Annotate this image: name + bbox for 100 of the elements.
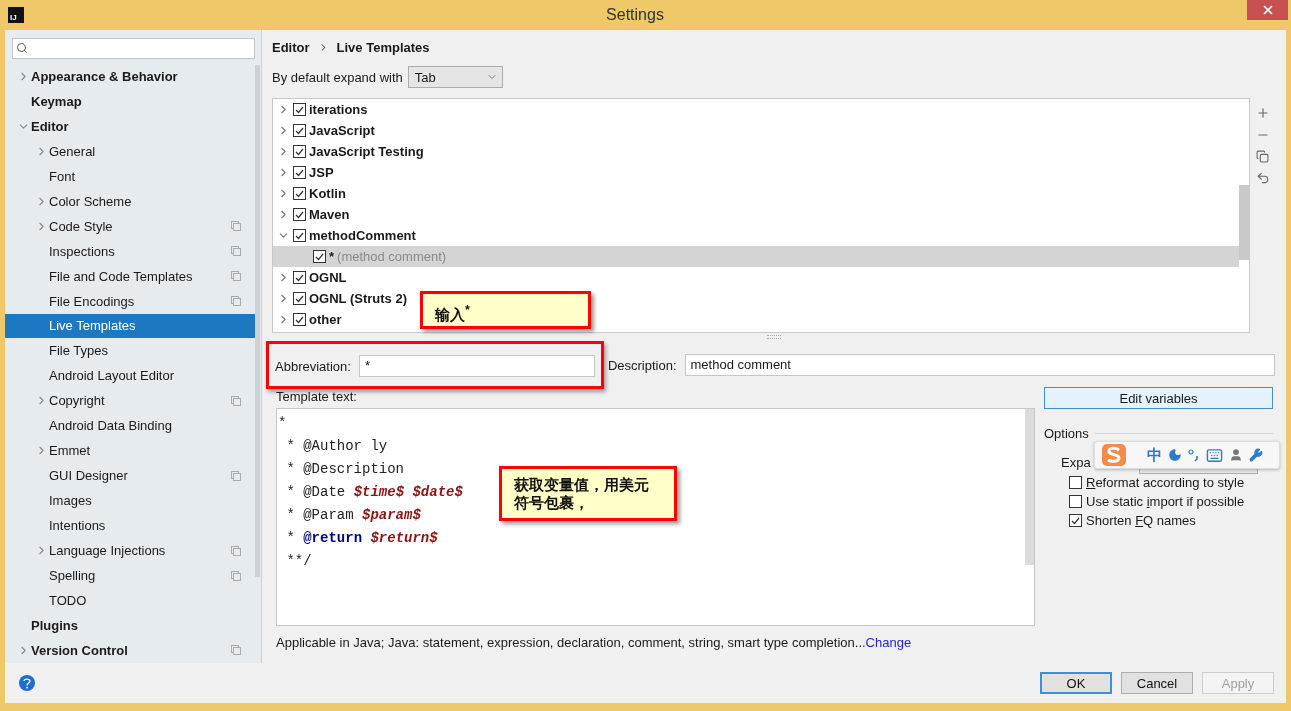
search-field[interactable] <box>12 38 255 59</box>
code-line: * @Date $time$ $date$ <box>285 483 463 502</box>
expand-dropdown[interactable]: Tab <box>407 66 503 88</box>
undo-icon[interactable] <box>1255 171 1270 185</box>
keyboard-icon[interactable] <box>1206 446 1223 464</box>
code-line: * <box>278 414 287 433</box>
checkbox[interactable] <box>293 166 306 179</box>
abbreviation-field[interactable]: * <box>358 355 595 377</box>
checkbox-label[interactable]: Shorten FQ names <box>1086 513 1196 528</box>
sidebar-item[interactable]: Android Layout Editor <box>5 363 255 389</box>
checkbox-label[interactable]: Reformat according to style <box>1086 475 1245 490</box>
description-field[interactable]: method comment <box>684 354 1275 376</box>
sidebar-item[interactable]: Plugins <box>5 612 255 638</box>
checkbox[interactable] <box>293 103 306 116</box>
sidebar-item[interactable]: Editor <box>5 113 255 139</box>
template-group-row[interactable]: OGNL (Struts 2) <box>273 288 411 309</box>
ime-logo-icon[interactable] <box>1101 443 1127 467</box>
sidebar-item[interactable]: File Types <box>5 338 255 364</box>
sidebar-item[interactable]: Android Data Binding <box>5 413 255 439</box>
sidebar-item[interactable]: File Encodings <box>5 288 255 314</box>
template-group-row[interactable]: Maven <box>273 204 354 225</box>
copy-icon <box>231 271 241 282</box>
punctuation-icon[interactable] <box>1188 448 1200 462</box>
splitter-handle[interactable] <box>766 335 781 339</box>
sidebar-item[interactable]: Inspections <box>5 238 255 264</box>
copy-icon <box>231 296 241 306</box>
copy-icon <box>231 545 241 556</box>
sidebar-item[interactable]: Copyright <box>5 388 255 414</box>
sidebar-item[interactable]: Language Injections <box>5 538 255 564</box>
template-row[interactable]: * (method comment) <box>273 246 1239 267</box>
edit-variables-button[interactable]: Edit variables <box>1044 387 1273 409</box>
app-icon: IJ <box>8 7 24 23</box>
template-abbreviation: * <box>329 249 335 264</box>
description-label: Description: <box>607 357 677 373</box>
scrollbar[interactable] <box>255 65 260 577</box>
copy-icon[interactable] <box>1256 150 1269 163</box>
checkbox[interactable] <box>293 124 306 137</box>
scrollbar[interactable] <box>1239 185 1249 260</box>
template-group-row[interactable]: JavaScript Testing <box>273 141 428 162</box>
sidebar-item[interactable]: Color Scheme <box>5 188 255 214</box>
sidebar-item[interactable]: Code Style <box>5 213 255 239</box>
sidebar-item[interactable]: Emmet <box>5 438 255 464</box>
sidebar-item[interactable]: Images <box>5 488 255 514</box>
sidebar-item[interactable]: Version Control <box>5 637 255 663</box>
sidebar-item[interactable]: File and Code Templates <box>5 263 255 289</box>
help-icon[interactable] <box>19 675 35 691</box>
checkbox-label[interactable]: Use static import if possible <box>1086 494 1245 509</box>
checkbox[interactable] <box>293 229 306 242</box>
checkbox[interactable] <box>293 271 306 284</box>
sidebar-item[interactable]: Intentions <box>5 513 255 539</box>
checkbox[interactable] <box>293 313 306 326</box>
template-group-row[interactable]: other <box>273 309 346 330</box>
code-line: * @Author ly <box>285 437 388 456</box>
dialog-button[interactable]: OK <box>1040 672 1112 694</box>
sidebar-item[interactable]: General <box>5 138 255 164</box>
sidebar-item[interactable]: TODO <box>5 588 255 613</box>
add-icon[interactable] <box>1255 106 1270 120</box>
template-text-label: Template text: <box>276 387 358 405</box>
breadcrumb-item[interactable]: Editor <box>272 39 310 55</box>
checkbox[interactable] <box>1069 476 1082 489</box>
expand-label: By default expand with <box>272 69 403 85</box>
window-title: Settings <box>605 6 665 24</box>
checkbox[interactable] <box>293 187 306 200</box>
copy-icon <box>231 470 241 481</box>
copy-icon <box>231 570 241 581</box>
sidebar-item[interactable]: Live Templates <box>5 313 255 339</box>
template-group-row[interactable]: Kotlin <box>273 183 350 204</box>
checkbox[interactable] <box>293 208 306 221</box>
moon-icon[interactable] <box>1168 448 1182 462</box>
wrench-icon[interactable] <box>1249 448 1263 462</box>
sidebar-item[interactable]: GUI Designer <box>5 463 255 489</box>
ime-mode[interactable]: 中 <box>1147 445 1162 465</box>
template-group-row[interactable]: iterations <box>273 99 372 120</box>
applicable-text: Applicable in Java; Java: statement, expression, declaration, comment, string, smart type completion... <box>276 635 866 650</box>
template-group-row[interactable]: OGNL <box>273 267 351 288</box>
code-line: * @Description <box>285 460 405 479</box>
scrollbar[interactable] <box>1025 409 1034 565</box>
checkbox[interactable] <box>293 292 306 305</box>
dialog-button[interactable]: Cancel <box>1121 672 1193 694</box>
change-link[interactable]: Change <box>865 635 912 650</box>
template-group-row[interactable]: JSP <box>273 162 338 183</box>
sidebar-item[interactable]: Appearance & Behavior <box>5 63 255 89</box>
template-group-row[interactable]: methodComment <box>273 225 420 246</box>
breadcrumb-item[interactable]: Live Templates <box>336 39 430 55</box>
template-group-row[interactable]: JavaScript <box>273 120 379 141</box>
sidebar-item[interactable]: Spelling <box>5 563 255 588</box>
checkbox[interactable] <box>1069 495 1082 508</box>
close-button[interactable] <box>1247 0 1288 20</box>
copy-icon <box>231 645 241 656</box>
user-icon[interactable] <box>1229 448 1243 462</box>
sidebar-item[interactable]: Font <box>5 163 255 189</box>
template-description: (method comment) <box>337 249 447 264</box>
copy-icon <box>231 221 241 232</box>
sidebar-item[interactable]: Keymap <box>5 88 255 114</box>
checkbox[interactable] <box>313 250 326 263</box>
checkbox[interactable] <box>293 145 306 158</box>
abbreviation-label: Abbreviation: <box>275 358 351 374</box>
checkbox[interactable] <box>1069 514 1082 527</box>
expand-label: Expa <box>1061 455 1091 470</box>
copy-icon <box>231 246 241 257</box>
